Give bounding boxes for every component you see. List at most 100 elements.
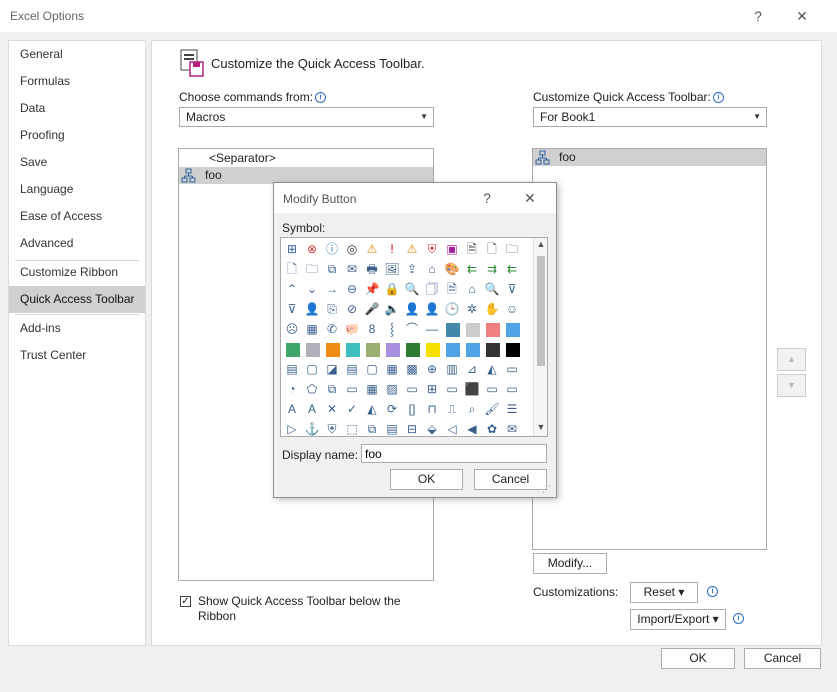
symbol-cell[interactable] [462,319,482,339]
symbol-cell[interactable]: ▢ [302,359,322,379]
dialog-close-button[interactable]: ✕ [519,188,541,208]
symbol-cell[interactable]: ▦ [302,319,322,339]
symbol-cell[interactable]: 🖶 [362,259,382,279]
symbol-cell[interactable] [422,339,442,359]
symbol-cell[interactable]: ⎘ [322,299,342,319]
symbol-cell[interactable]: ▭ [402,379,422,399]
symbol-cell[interactable]: 🗀 [302,259,322,279]
symbol-cell[interactable]: → [322,279,342,299]
symbol-cell[interactable]: ⊽ [282,299,302,319]
symbol-cell[interactable] [282,339,302,359]
symbol-scrollbar[interactable]: ▲ ▼ [533,238,547,436]
symbol-cell[interactable]: ▣ [442,239,462,259]
resize-grip-icon[interactable]: ⋰ [542,484,551,495]
nav-item-formulas[interactable]: Formulas [9,68,145,95]
symbol-cell[interactable]: ✿ [482,419,502,436]
symbol-cell[interactable]: ▭ [482,379,502,399]
symbol-cell[interactable]: ⟳ [382,399,402,419]
symbol-cell[interactable]: A [302,399,322,419]
symbol-cell[interactable]: 🖌 [482,399,502,419]
close-button[interactable]: ✕ [791,6,813,26]
symbol-cell[interactable]: 8 [362,319,382,339]
symbol-cell[interactable]: ✕ [322,399,342,419]
symbol-cell[interactable]: ▤ [342,359,362,379]
symbol-cell[interactable]: 👤 [422,299,442,319]
symbol-cell[interactable]: ⊞ [282,239,302,259]
symbol-cell[interactable]: ▦ [382,359,402,379]
symbol-cell[interactable]: ⌒ [402,319,422,339]
nav-item-general[interactable]: General [9,41,145,68]
move-down-button[interactable]: ▼ [777,374,806,397]
symbol-cell[interactable]: ▷ [282,419,302,436]
choose-commands-dropdown[interactable]: Macros ▼ [179,107,434,127]
symbol-cell[interactable]: ⓘ [322,239,342,259]
symbol-cell[interactable]: ✋ [482,299,502,319]
symbol-cell[interactable]: 🗀 [502,239,522,259]
display-name-input[interactable] [361,444,547,463]
symbol-cell[interactable]: ⊿ [462,359,482,379]
symbol-cell[interactable]: 🔍 [402,279,422,299]
symbol-cell[interactable]: ▭ [502,379,522,399]
symbol-cell[interactable] [442,319,462,339]
symbol-cell[interactable] [502,339,522,359]
dialog-help-button[interactable]: ? [476,188,498,208]
symbol-cell[interactable]: ▨ [382,379,402,399]
nav-item-add-ins[interactable]: Add-ins [9,315,145,342]
scroll-thumb[interactable] [537,256,545,366]
symbol-cell[interactable]: ⊗ [302,239,322,259]
symbol-cell[interactable]: A [282,399,302,419]
symbol-cell[interactable]: ⇇ [462,259,482,279]
symbol-cell[interactable]: ⊽ [502,279,522,299]
symbol-cell[interactable]: ⌃ [282,279,302,299]
symbol-cell[interactable] [302,339,322,359]
symbol-cell[interactable] [442,339,462,359]
symbol-cell[interactable]: ☺ [502,299,522,319]
move-up-button[interactable]: ▲ [777,348,806,371]
reset-button[interactable]: Reset ▾ [630,582,698,603]
symbol-cell[interactable]: — [422,319,442,339]
symbol-cell[interactable]: ◪ [322,359,342,379]
symbol-cell[interactable]: ▭ [342,379,362,399]
symbol-cell[interactable]: ⎍ [442,399,462,419]
symbol-cell[interactable]: ⊖ [342,279,362,299]
help-button[interactable]: ? [747,6,769,26]
symbol-cell[interactable]: ▤ [282,359,302,379]
symbol-cell[interactable] [482,339,502,359]
symbol-cell[interactable]: ⊟ [402,419,422,436]
symbol-cell[interactable]: 🕒 [442,299,462,319]
nav-item-language[interactable]: Language [9,176,145,203]
scroll-down-arrow[interactable]: ▼ [534,422,547,432]
import-export-button[interactable]: Import/Export ▾ [630,609,726,630]
symbol-cell[interactable]: 🗎 [442,279,462,299]
customize-qat-dropdown[interactable]: For Book1 ▼ [533,107,767,127]
nav-item-quick-access-toolbar[interactable]: Quick Access Toolbar [9,286,145,313]
symbol-cell[interactable]: [] [402,399,422,419]
symbol-cell[interactable]: ▭ [502,359,522,379]
symbol-cell[interactable]: ☹ [282,319,302,339]
qat-items-list[interactable]: foo [532,148,767,550]
symbol-cell[interactable]: 🐖 [342,319,362,339]
dialog-ok-button[interactable]: OK [390,469,463,490]
nav-item-customize-ribbon[interactable]: Customize Ribbon [9,259,145,286]
nav-item-save[interactable]: Save [9,149,145,176]
nav-item-ease-of-access[interactable]: Ease of Access [9,203,145,230]
symbol-cell[interactable]: ⬠ [302,379,322,399]
symbol-cell[interactable]: ▥ [442,359,462,379]
symbol-cell[interactable]: 🎤 [362,299,382,319]
symbol-cell[interactable]: 🎨 [442,259,462,279]
list-item-foo[interactable]: foo [533,149,766,166]
symbol-cell[interactable]: ⚠ [402,239,422,259]
symbol-cell[interactable] [362,339,382,359]
symbol-cell[interactable] [482,319,502,339]
symbol-cell[interactable] [322,339,342,359]
symbol-cell[interactable]: ◭ [482,359,502,379]
symbol-cell[interactable]: 🗍 [422,279,442,299]
nav-item-advanced[interactable]: Advanced [9,230,145,257]
cancel-button[interactable]: Cancel [744,648,821,669]
symbol-cell[interactable]: ▭ [442,379,462,399]
symbol-cell[interactable]: 🗋 [482,239,502,259]
ok-button[interactable]: OK [661,648,735,669]
list-item-separator[interactable]: <Separator> [179,150,433,167]
symbol-cell[interactable]: ⛨ [322,419,342,436]
symbol-cell[interactable] [462,339,482,359]
